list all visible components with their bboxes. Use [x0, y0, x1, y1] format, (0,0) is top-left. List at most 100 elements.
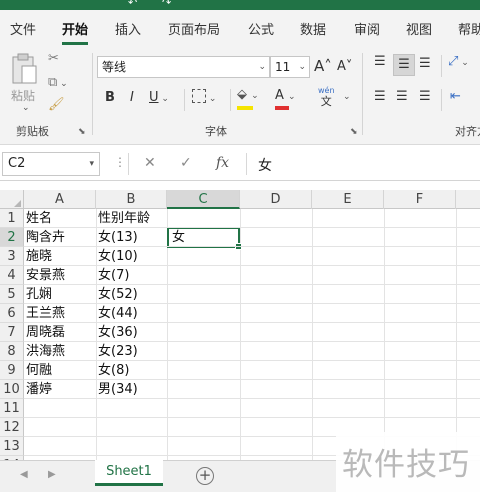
- fill-color-button[interactable]: ⬙ ⌄: [237, 87, 259, 110]
- cell-b10[interactable]: 男(34): [96, 380, 138, 399]
- cell-a9[interactable]: 何融: [24, 361, 52, 380]
- row-header-13[interactable]: 13: [0, 437, 24, 456]
- align-top-button[interactable]: ☰: [374, 54, 386, 69]
- shrink-font-button[interactable]: A˅: [337, 59, 352, 74]
- font-color-button[interactable]: A ⌄: [275, 88, 296, 110]
- row-header-7[interactable]: 7: [0, 323, 24, 342]
- row-header-3[interactable]: 3: [0, 247, 24, 266]
- row-header-11[interactable]: 11: [0, 399, 24, 418]
- row-header-12[interactable]: 12: [0, 418, 24, 437]
- tab-insert[interactable]: 插入: [115, 19, 141, 38]
- cell-a10[interactable]: 潘婷: [24, 380, 52, 399]
- insert-function-icon[interactable]: fx: [216, 155, 229, 171]
- name-box[interactable]: C2 ▾: [2, 152, 100, 176]
- cell-a5[interactable]: 孔娴: [24, 285, 52, 304]
- tab-data[interactable]: 数据: [300, 19, 326, 38]
- cell-b3[interactable]: 女(10): [96, 247, 138, 266]
- undo-icon[interactable]: ↶: [128, 0, 137, 9]
- row-header-5[interactable]: 5: [0, 285, 24, 304]
- cell-a3[interactable]: 施晓: [24, 247, 52, 266]
- add-sheet-button[interactable]: +: [196, 467, 214, 485]
- tab-home[interactable]: 开始: [62, 19, 89, 45]
- copy-icon[interactable]: ⧉ ⌄: [48, 75, 68, 90]
- font-name-value: 等线: [102, 60, 127, 74]
- cell-a2[interactable]: 陶含卉: [24, 228, 65, 247]
- align-left-button[interactable]: ☰: [374, 89, 386, 104]
- cell-b2[interactable]: 女(13): [96, 228, 138, 247]
- tab-formulas[interactable]: 公式: [248, 19, 274, 38]
- selected-cell-outline: [167, 227, 242, 250]
- tab-page-layout[interactable]: 页面布局: [168, 19, 220, 38]
- underline-button[interactable]: U ⌄: [149, 90, 169, 105]
- select-all-button[interactable]: [0, 190, 24, 209]
- row-header-6[interactable]: 6: [0, 304, 24, 323]
- font-size-select[interactable]: 11 ⌄: [270, 56, 310, 78]
- row-header-10[interactable]: 10: [0, 380, 24, 399]
- orientation-button[interactable]: ⤢ ⌄: [448, 54, 469, 69]
- gridline: [24, 284, 480, 285]
- decrease-indent-button[interactable]: ⇤: [450, 89, 461, 104]
- font-name-select[interactable]: 等线 ⌄: [97, 56, 270, 78]
- paste-button[interactable]: 粘贴 ⌄: [8, 51, 42, 113]
- cut-icon[interactable]: ✂: [48, 51, 59, 66]
- borders-button[interactable]: ⌄: [192, 89, 216, 105]
- cell-b5[interactable]: 女(52): [96, 285, 138, 304]
- cell-a8[interactable]: 洪海燕: [24, 342, 65, 361]
- clipboard-launcher-icon[interactable]: ⬊: [78, 127, 86, 137]
- tab-file[interactable]: 文件: [10, 19, 36, 38]
- format-painter-icon[interactable]: 🖌: [48, 97, 65, 112]
- row-header-2[interactable]: 2: [0, 228, 24, 247]
- row-header-1[interactable]: 1: [0, 209, 24, 228]
- column-header-f[interactable]: F: [384, 190, 456, 209]
- tab-view[interactable]: 视图: [406, 19, 432, 38]
- formula-input[interactable]: 女: [258, 155, 272, 175]
- cell-b9[interactable]: 女(8): [96, 361, 129, 380]
- row-header-9[interactable]: 9: [0, 361, 24, 380]
- sheet-tab-sheet1[interactable]: Sheet1: [95, 460, 163, 486]
- align-center-button[interactable]: ☰: [396, 89, 408, 104]
- font-color-swatch: [275, 106, 289, 110]
- align-bottom-button[interactable]: ☰: [419, 56, 431, 71]
- column-header-a[interactable]: A: [24, 190, 96, 209]
- bold-button[interactable]: B: [105, 90, 115, 105]
- cancel-icon[interactable]: ✕: [144, 155, 156, 171]
- font-launcher-icon[interactable]: ⬊: [350, 127, 358, 137]
- phonetic-button[interactable]: wén 文: [318, 86, 335, 108]
- confirm-icon[interactable]: ✓: [180, 155, 192, 171]
- clipboard-icon: [12, 53, 37, 84]
- group-separator: [441, 55, 442, 77]
- cell-a6[interactable]: 王兰燕: [24, 304, 65, 323]
- cell-b6[interactable]: 女(44): [96, 304, 138, 323]
- cell-a1[interactable]: 姓名: [24, 209, 52, 228]
- cell-b4[interactable]: 女(7): [96, 266, 129, 285]
- font-color-label: A: [275, 88, 284, 103]
- column-header-e[interactable]: E: [312, 190, 384, 209]
- column-header-c[interactable]: C: [167, 190, 240, 209]
- row-header-4[interactable]: 4: [0, 266, 24, 285]
- column-header-d[interactable]: D: [240, 190, 312, 209]
- align-middle-button[interactable]: ☰: [393, 54, 415, 76]
- tab-help[interactable]: 帮助: [458, 19, 480, 38]
- redo-icon[interactable]: ↷: [162, 0, 171, 9]
- cell-b8[interactable]: 女(23): [96, 342, 138, 361]
- gridline: [24, 246, 480, 247]
- gridline: [24, 398, 480, 399]
- scroll-left-icon[interactable]: ◀: [20, 469, 28, 480]
- tab-review[interactable]: 审阅: [354, 19, 380, 38]
- grow-font-button[interactable]: A˄: [314, 57, 332, 75]
- scroll-right-icon[interactable]: ▶: [48, 469, 56, 480]
- italic-button[interactable]: I: [130, 90, 134, 105]
- formula-bar: C2 ▾ ⋮ ✕ ✓ fx 女: [0, 147, 480, 181]
- column-header-b[interactable]: B: [96, 190, 167, 209]
- cell-a4[interactable]: 安景燕: [24, 266, 65, 285]
- chevron-down-icon[interactable]: ⌄: [343, 92, 351, 102]
- cell-a7[interactable]: 周晓磊: [24, 323, 65, 342]
- more-dots-icon: ⋮: [114, 155, 126, 169]
- spreadsheet-grid[interactable]: A B C D E F 姓名 陶含卉 施晓 安景燕 孔娴 王兰燕 周晓磊 洪海燕…: [0, 190, 480, 475]
- align-right-button[interactable]: ☰: [419, 89, 431, 104]
- cell-b1[interactable]: 性别年龄: [96, 209, 150, 228]
- row-header-8[interactable]: 8: [0, 342, 24, 361]
- paste-dropdown-icon[interactable]: ⌄: [22, 103, 30, 113]
- font-size-value: 11: [275, 60, 291, 74]
- cell-b7[interactable]: 女(36): [96, 323, 138, 342]
